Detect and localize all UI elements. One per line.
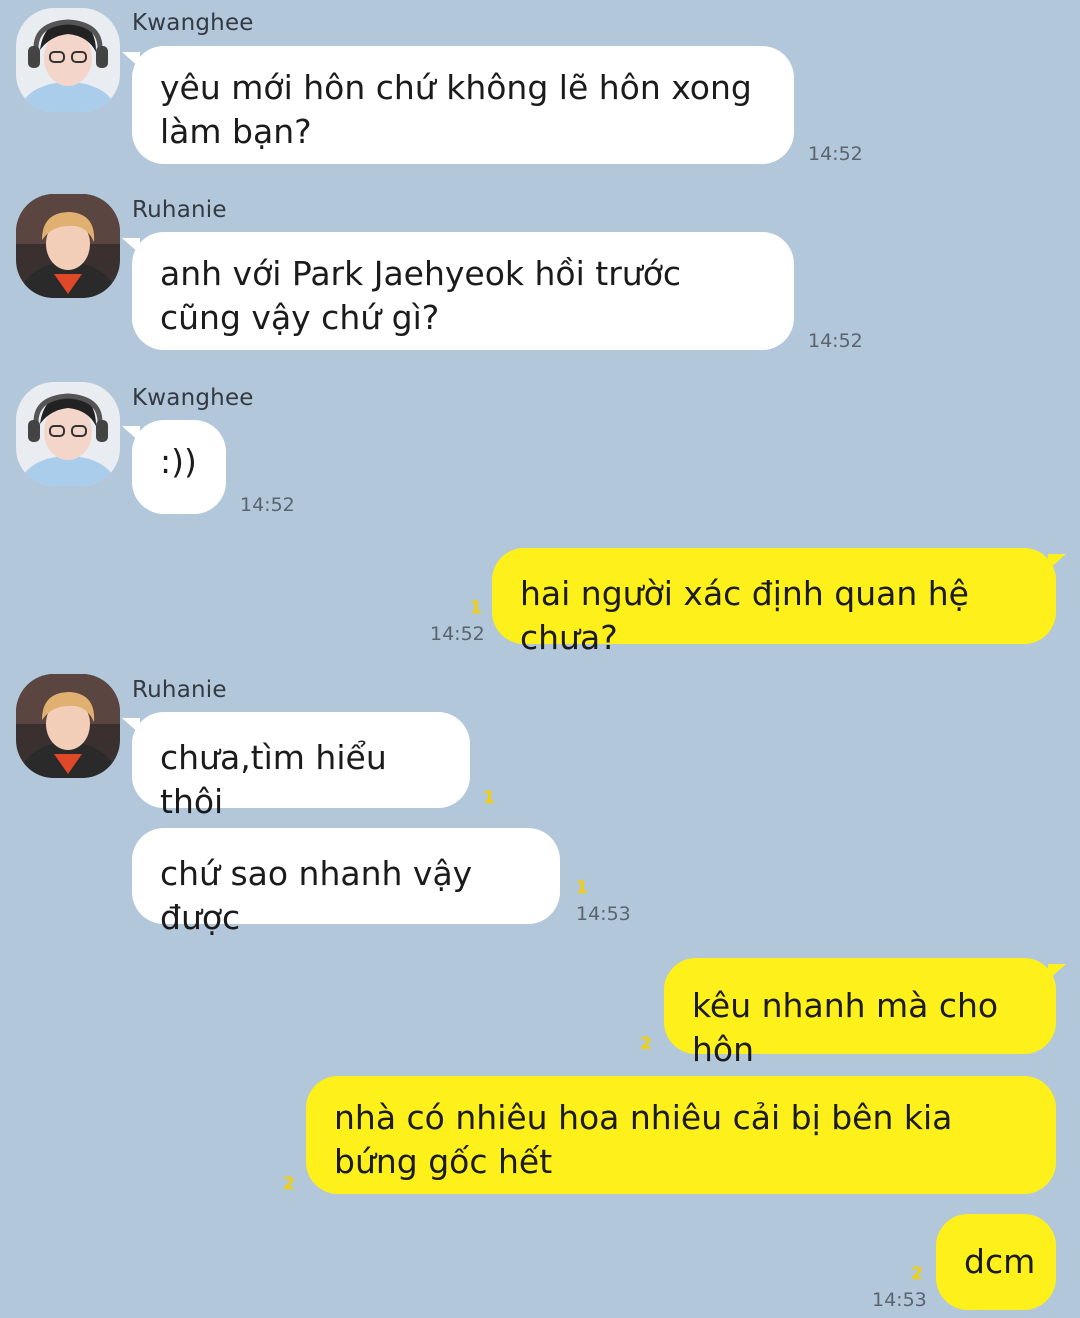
unread-count: 2 <box>283 1174 295 1194</box>
message-timestamp: 14:53 <box>576 903 631 925</box>
message-timestamp: 14:52 <box>808 143 863 165</box>
message-bubble[interactable]: chứ sao nhanh vậy được <box>132 828 560 937</box>
sender-name: Ruhanie <box>132 677 227 703</box>
message-bubble[interactable]: nhà có nhiêu hoa nhiêu cải bị bên kia bứ… <box>306 1076 1056 1194</box>
unread-count: 1 <box>576 878 588 898</box>
avatar-kwanghee[interactable] <box>16 8 120 112</box>
unread-count: 1 <box>483 788 495 808</box>
avatar-kwanghee[interactable] <box>16 382 120 486</box>
message-bubble[interactable]: chưa,tìm hiểu thôi <box>122 712 470 821</box>
sender-name: Kwanghee <box>132 385 254 411</box>
message-bubble[interactable]: :)) <box>122 420 226 514</box>
unread-count: 2 <box>640 1034 652 1054</box>
message-bubble[interactable]: yêu mới hôn chứ không lẽ hôn xong làm bạ… <box>122 46 794 164</box>
message-bubble[interactable]: anh với Park Jaehyeok hồi trước cũng vậy… <box>122 232 794 350</box>
avatar-ruhanie[interactable] <box>16 194 120 298</box>
unread-count: 2 <box>911 1264 923 1284</box>
sender-name: Kwanghee <box>132 10 254 36</box>
message-timestamp: 14:52 <box>430 623 485 645</box>
sender-name: Ruhanie <box>132 197 227 223</box>
message-bubble[interactable]: kêu nhanh mà cho hôn <box>664 958 1066 1069</box>
message-timestamp: 14:52 <box>808 330 863 352</box>
avatar-ruhanie[interactable] <box>16 674 120 778</box>
unread-count: 1 <box>470 598 482 618</box>
message-timestamp: 14:52 <box>240 494 295 516</box>
message-bubble[interactable]: hai người xác định quan hệ chưa? <box>492 548 1066 657</box>
message-timestamp: 14:53 <box>872 1289 927 1311</box>
message-bubble[interactable]: dcm <box>936 1214 1056 1310</box>
